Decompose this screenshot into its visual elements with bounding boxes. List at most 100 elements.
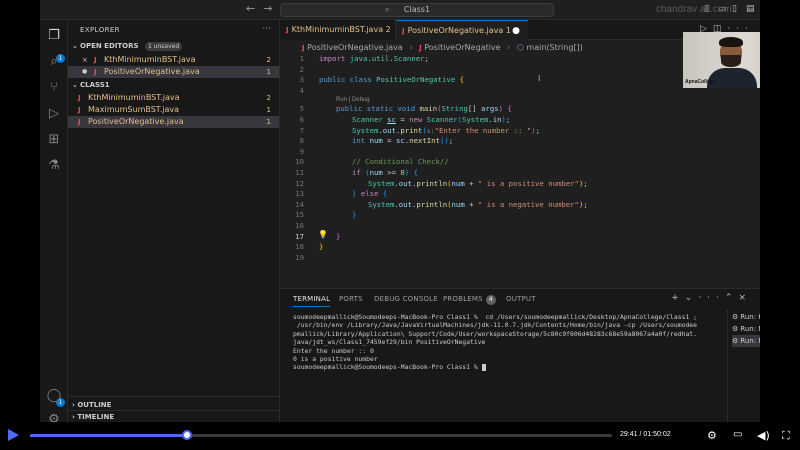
outline-header[interactable]: › OUTLINE bbox=[72, 401, 111, 409]
close-panel-icon[interactable]: × bbox=[738, 293, 752, 303]
progress-handle[interactable] bbox=[182, 430, 193, 440]
command-center-text: Class1 bbox=[403, 5, 431, 14]
run-debug-codelens[interactable]: Run | Debug bbox=[336, 96, 370, 104]
line-number: 18 bbox=[295, 242, 304, 252]
terminal-line: 0 is a positive number bbox=[293, 354, 378, 363]
code-line: System.out.println(num + " is a positive… bbox=[368, 178, 588, 188]
code-line: Scanner sc = new Scanner(System.in); bbox=[352, 115, 511, 124]
java-file-icon: J bbox=[94, 56, 97, 64]
folder-label: CLASS1 bbox=[80, 81, 110, 89]
forward-arrow-icon[interactable]: → bbox=[263, 2, 280, 15]
code-line: } bbox=[352, 210, 357, 220]
line-number: 8 bbox=[299, 136, 304, 146]
more-actions-icon[interactable]: ··· bbox=[698, 293, 725, 303]
play-icon[interactable] bbox=[8, 429, 19, 441]
extensions-icon[interactable]: ⊞ bbox=[46, 132, 62, 148]
command-center[interactable]: ⌕ Class1 bbox=[280, 3, 554, 17]
breadcrumb: J PositiveOrNegative.java › J PositiveOr… bbox=[302, 42, 583, 54]
accounts-badge: 1 bbox=[56, 398, 65, 407]
terminal-line: java/jdt_ws/Class1_7459ef29/bin Positive… bbox=[293, 338, 486, 347]
close-icon[interactable]: × bbox=[82, 54, 88, 66]
person-beard bbox=[721, 55, 741, 67]
terminal-name: Run: Maxi... bbox=[740, 325, 760, 333]
terminal-list-item[interactable]: ⚙Run: KthMi... bbox=[732, 311, 760, 323]
maximize-panel-icon[interactable]: ⌃ bbox=[725, 293, 739, 303]
problem-count: 1 bbox=[266, 118, 271, 126]
chevron-right-icon: › bbox=[72, 413, 75, 421]
terminal-output[interactable]: soumodeepmallick@Soumodeeps-MacBook-Pro … bbox=[293, 313, 717, 372]
line-number: 2 bbox=[299, 64, 304, 74]
tab-kthminimuminbst[interactable]: J KthMinimuminBST.java 2 bbox=[280, 20, 396, 40]
terminal-list-item[interactable]: ⚙Run: Maxi... bbox=[732, 323, 760, 335]
tab-label: PositiveOrNegative.java 1 bbox=[407, 26, 511, 35]
manage-gear-icon[interactable]: ⚙ bbox=[46, 412, 62, 422]
run-debug-icon[interactable]: ▷ bbox=[46, 106, 62, 122]
testing-flask-icon[interactable]: ⚗ bbox=[46, 158, 62, 174]
file-tree-item[interactable]: J MaximumSumBST.java 1 bbox=[68, 104, 279, 116]
search-icon: ⌕ bbox=[385, 5, 390, 14]
open-editor-item[interactable]: ● J PositiveOrNegative.java 1 bbox=[68, 66, 279, 78]
breadcrumb-file[interactable]: PositiveOrNegative.java bbox=[307, 43, 403, 52]
problem-count: 1 bbox=[266, 106, 271, 114]
open-editors-label: OPEN EDITORS bbox=[80, 42, 139, 50]
tab-problems[interactable]: PROBLEMS 4 bbox=[443, 295, 496, 305]
lightbulb-icon[interactable]: 💡 bbox=[318, 230, 328, 239]
more-actions-icon[interactable]: ··· bbox=[262, 24, 271, 34]
code-editor[interactable]: 1 2 3 4 5 6 7 8 9 10 11 12 13 14 15 16 1… bbox=[280, 54, 760, 288]
code-line: // Conditional Check// bbox=[352, 157, 449, 167]
line-number-current: 17 bbox=[295, 231, 304, 241]
problem-count: 1 bbox=[266, 68, 271, 76]
breadcrumb-method[interactable]: main(String[]) bbox=[526, 43, 582, 52]
subtitles-icon[interactable]: ▭ bbox=[733, 429, 742, 440]
java-file-icon: J bbox=[94, 68, 97, 76]
file-name: PositiveOrNegative.java bbox=[88, 117, 184, 126]
file-name: KthMinimuminBST.java bbox=[104, 55, 196, 64]
unsaved-dot-icon[interactable]: ● bbox=[82, 66, 87, 78]
tab-positiveornegative[interactable]: J PositiveOrNegative.java 1 ● bbox=[396, 20, 528, 40]
watermark-text: chandrav ail.com bbox=[656, 4, 732, 15]
java-file-icon: J bbox=[419, 44, 422, 52]
terminal-line: /usr/bin/env /Library/Java/JavaVirtualMa… bbox=[293, 321, 697, 330]
chevron-down-icon[interactable]: ⌄ bbox=[685, 293, 699, 303]
back-arrow-icon[interactable]: ← bbox=[246, 2, 263, 15]
time-display: 29:41 / 01:50:02 bbox=[620, 431, 671, 438]
person-body bbox=[707, 68, 757, 88]
new-terminal-icon[interactable]: + bbox=[671, 293, 685, 303]
folder-header[interactable]: ⌄ CLASS1 bbox=[72, 81, 110, 89]
explorer-files-icon[interactable]: ❐ bbox=[46, 28, 62, 44]
timeline-header[interactable]: › TIMELINE bbox=[72, 413, 114, 421]
line-number: 7 bbox=[299, 125, 304, 135]
tab-terminal[interactable]: TERMINAL bbox=[293, 295, 331, 307]
progress-fill bbox=[30, 434, 188, 437]
search-icon[interactable]: ⌕ bbox=[46, 54, 62, 70]
line-number: 4 bbox=[299, 85, 304, 95]
outline-label: OUTLINE bbox=[77, 401, 112, 409]
terminal-list-item[interactable]: ⚙Run: Positi... bbox=[732, 335, 760, 347]
code-line: public class PositiveOrNegative { bbox=[319, 75, 465, 85]
progress-track[interactable] bbox=[30, 430, 612, 440]
file-tree-item[interactable]: J KthMinimuminBST.java 2 bbox=[68, 92, 279, 104]
terminal-name: Run: Positi... bbox=[740, 337, 760, 345]
settings-gear-icon[interactable]: ⚙ bbox=[707, 429, 717, 442]
line-number: 9 bbox=[299, 146, 304, 156]
open-editor-item[interactable]: × J KthMinimuminBST.java 2 bbox=[68, 54, 279, 66]
file-tree-item[interactable]: J PositiveOrNegative.java 1 bbox=[68, 116, 279, 128]
source-control-icon[interactable]: ⑂ bbox=[46, 80, 62, 96]
volume-icon[interactable]: ◀) bbox=[757, 429, 770, 442]
tab-ports[interactable]: PORTS bbox=[339, 295, 363, 303]
unsaved-dot-icon[interactable]: ● bbox=[512, 21, 520, 41]
code-line: import java.util.Scanner; bbox=[319, 54, 429, 63]
webcam-logo: ApnaCollege bbox=[685, 79, 716, 85]
tab-debug-console[interactable]: DEBUG CONSOLE bbox=[374, 295, 438, 303]
line-number: 12 bbox=[295, 178, 304, 188]
tab-output[interactable]: OUTPUT bbox=[506, 295, 536, 303]
fullscreen-icon[interactable]: ⛶ bbox=[782, 429, 790, 443]
java-file-icon: J bbox=[78, 106, 81, 114]
toggle-secondary-sidebar-icon[interactable]: ▯ bbox=[732, 4, 737, 14]
open-editors-header[interactable]: ⌄ OPEN EDITORS 1 unsaved bbox=[72, 42, 183, 51]
code-line: int num = sc.nextInt(); bbox=[352, 136, 454, 146]
customize-layout-icon[interactable]: ▤ bbox=[746, 4, 755, 14]
file-name: MaximumSumBST.java bbox=[88, 105, 180, 114]
breadcrumb-class[interactable]: PositiveOrNegative bbox=[424, 43, 500, 52]
java-file-icon: J bbox=[402, 27, 405, 35]
